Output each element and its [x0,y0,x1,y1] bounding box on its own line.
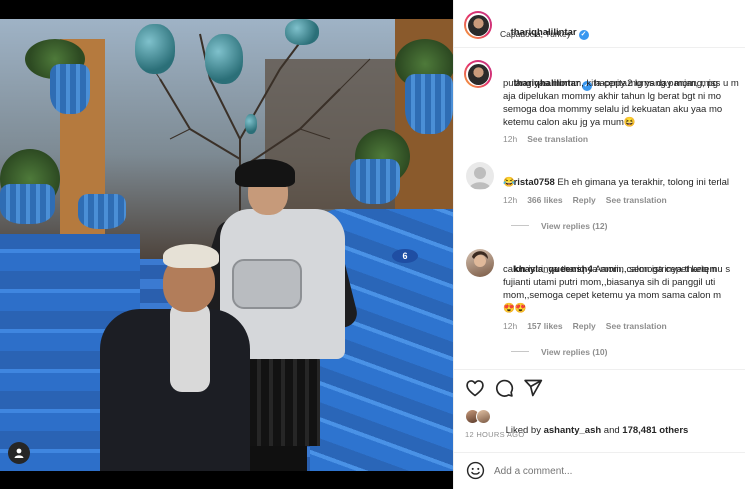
replies-dash [511,351,529,352]
man-beret [163,244,219,268]
blue-pot [78,194,126,229]
comment-reply-button[interactable]: Reply [573,195,596,205]
author-avatar[interactable] [464,11,492,39]
view-replies-button[interactable]: View replies (10) [511,347,607,357]
comment-time[interactable]: 12h [503,195,517,205]
view-replies-button[interactable]: View replies (12) [511,221,607,231]
woman-bucket-hat [235,159,295,187]
view-replies-label[interactable]: View replies (10) [541,347,607,357]
caption-see-translation[interactable]: See translation [527,134,588,144]
post-timestamp[interactable]: 12 HOURS AGO [465,430,524,439]
comment-line: mom,,semoga cepet ketemu ya mom sama cal… [503,290,722,301]
comment-see-translation[interactable]: See translation [606,321,667,331]
comment-time[interactable]: 12h [503,321,517,331]
commenter-avatar[interactable] [466,162,494,190]
actions-divider [454,369,745,370]
comment-see-translation[interactable]: See translation [606,195,667,205]
woman-belt-bag [232,259,302,309]
caption-line: aja dipelukan mommy akhir tahun lg berat… [503,91,722,102]
heart-icon[interactable] [465,378,485,398]
blue-pot [0,184,55,224]
man-turtleneck [170,302,210,392]
smiley-emoji-icon[interactable] [466,461,486,481]
caption-line: semoga doa mommy selalu jd kekuatan aku … [503,104,723,115]
hanging-lantern [285,19,319,45]
blue-pot [405,74,453,134]
house-number-plaque: 6 [392,249,418,263]
comment-username[interactable]: rista0758 [514,177,555,188]
comment-box-divider [454,452,745,453]
post-side-panel: thariqhalilintar ✓ Capadocia, Turkey thar… [453,0,745,489]
comment-likes[interactable]: 366 likes [527,195,562,205]
blue-pot [350,159,400,204]
comment-line: Eh eh gimana ya terakhir, tolong ini ter… [557,177,730,188]
hanging-lantern [135,24,175,74]
caption-time[interactable]: 12h [503,134,517,144]
hanging-lantern [205,34,243,84]
comment-line: 😂 [503,177,515,188]
comment-likes[interactable]: 157 likes [527,321,562,331]
verified-badge-icon: ✓ [578,30,589,40]
comment-line: fujianti utami putri mom,,biasanya sih d… [503,277,716,288]
comment-meta: 12h 157 likes Reply See translation [503,321,677,331]
photo-scene: 6 [0,19,453,471]
caption-meta: 12h See translation [503,134,598,144]
user-tag-icon[interactable] [8,442,30,464]
comment-reply-button[interactable]: Reply [573,321,596,331]
post-photo[interactable]: 6 [0,0,453,489]
add-comment-input[interactable] [494,462,734,480]
comment-meta: 12h 366 likes Reply See translation [503,195,677,205]
hanging-lantern [245,114,257,134]
comment-line: 😍😍 [503,303,527,314]
caption-line: ketemu calon aku jg ya mum😆 [503,117,636,128]
view-replies-label[interactable]: View replies (12) [541,221,607,231]
caption-line: pulang yaa momm, kita cerita2 lg yang pa… [503,78,718,89]
paper-plane-icon[interactable] [523,378,543,398]
blue-pot [50,64,90,114]
likes-user[interactable]: ashanty_ash [544,425,602,436]
header-divider [454,47,745,48]
comment-line: calon istrinya thariq ya mom,,calon istr… [503,264,717,275]
commenter-avatar[interactable] [466,249,494,277]
caption-avatar[interactable] [464,60,492,88]
likes-count[interactable]: 178,481 others [622,425,688,436]
likes-middle: and [603,425,620,436]
post-location[interactable]: Capadocia, Turkey [500,28,571,41]
comment-bubble-icon[interactable] [494,378,514,398]
replies-dash [511,225,529,226]
liker-avatar[interactable] [476,409,491,424]
